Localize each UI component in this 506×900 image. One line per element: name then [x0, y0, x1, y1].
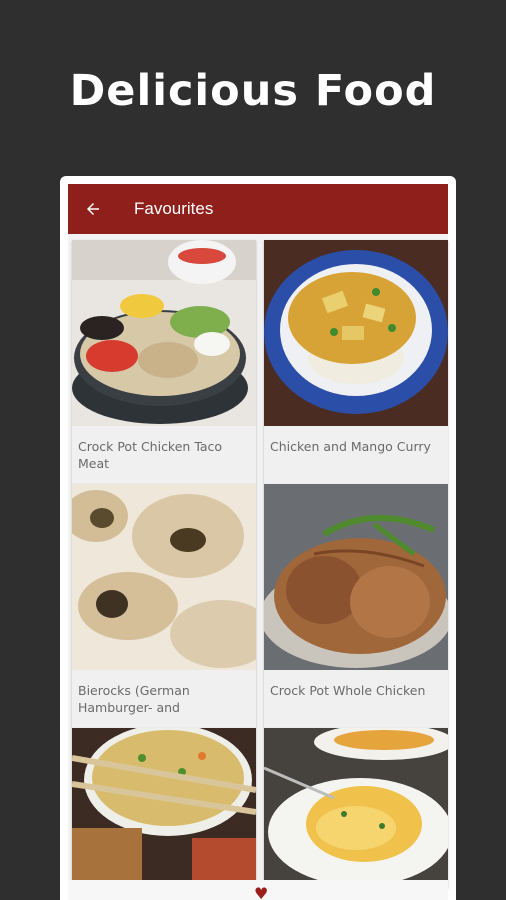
hero-title: Delicious Food [69, 66, 437, 116]
recipe-grid: Crock Pot Chicken Taco Meat Chicken and … [68, 234, 448, 900]
recipe-image [72, 240, 256, 426]
recipe-card[interactable]: Crock Pot Chicken Taco Meat [72, 240, 256, 484]
back-button[interactable] [68, 184, 118, 234]
app-bar: Favourites [68, 184, 448, 234]
recipe-card[interactable]: Chicken and Mango Curry [264, 240, 448, 484]
recipe-card[interactable]: Crock Pot Whole Chicken [264, 484, 448, 728]
recipe-image [72, 728, 256, 888]
recipe-card[interactable]: Bierocks (German Hamburger- and [72, 484, 256, 728]
phone-screen: Favourites Crock Pot Chicken Taco Meat C… [60, 176, 456, 900]
arrow-left-icon [87, 203, 99, 215]
recipe-image [264, 728, 448, 888]
recipe-image [72, 484, 256, 670]
recipe-image [264, 240, 448, 426]
recipe-title: Bierocks (German Hamburger- and [78, 683, 190, 715]
recipe-card[interactable] [264, 728, 448, 888]
heart-icon[interactable]: ♥ [254, 884, 268, 900]
recipe-title: Crock Pot Chicken Taco Meat [78, 439, 223, 471]
recipe-title: Chicken and Mango Curry [270, 439, 431, 454]
recipe-image [264, 484, 448, 670]
page-title: Favourites [134, 199, 214, 218]
recipe-card[interactable] [72, 728, 256, 888]
bottom-navigation: ♥ [68, 880, 448, 900]
recipe-title: Crock Pot Whole Chicken [270, 683, 426, 698]
